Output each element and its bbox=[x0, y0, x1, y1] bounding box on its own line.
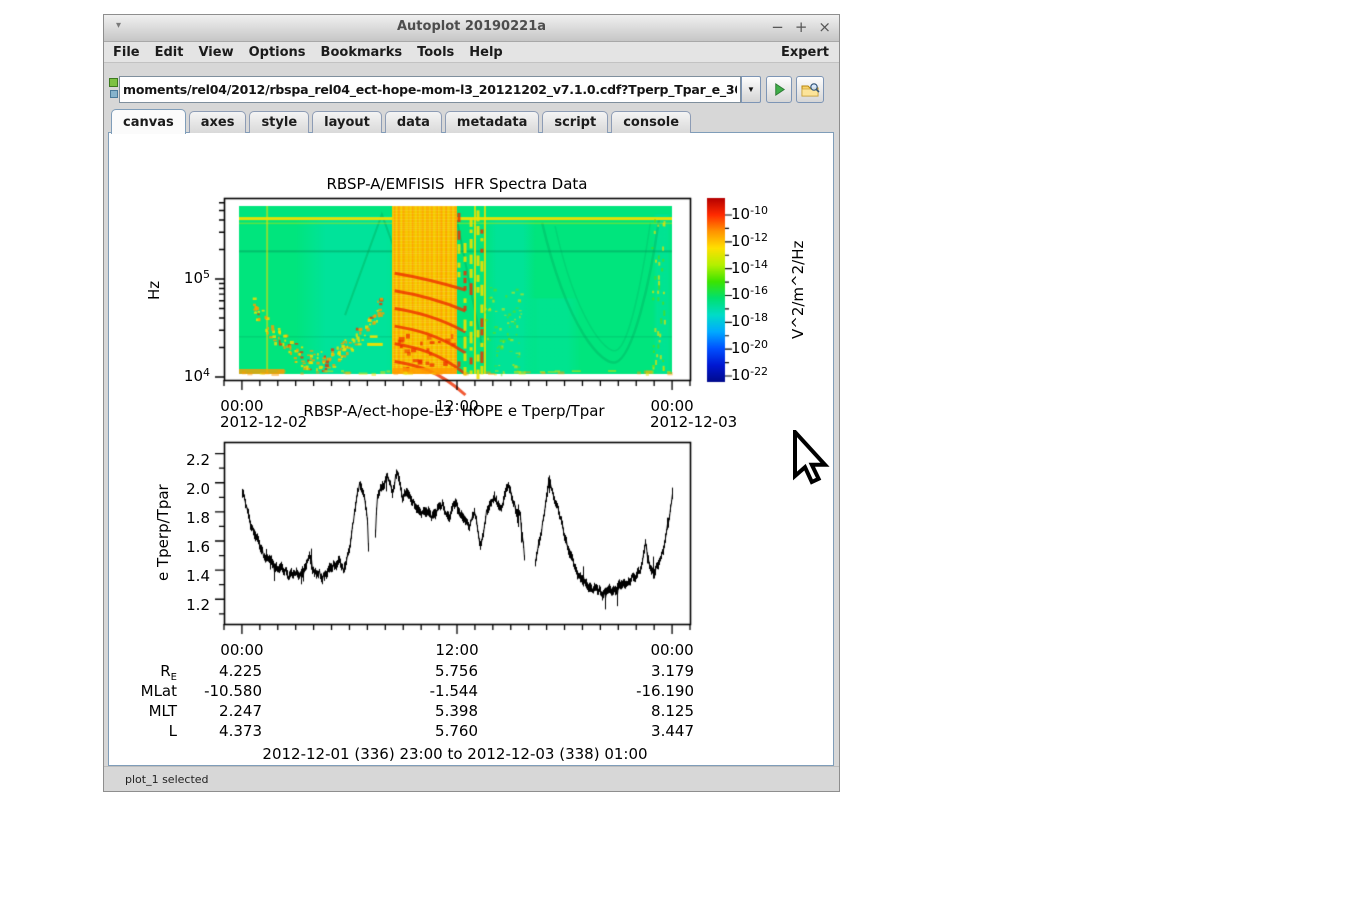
colorbar-tick-label: 10-22 bbox=[731, 364, 769, 384]
blue-square-icon bbox=[110, 90, 118, 98]
tab-canvas[interactable]: canvas bbox=[111, 109, 186, 134]
lineplot-ytick-label: 2.0 bbox=[186, 479, 210, 498]
tab-data[interactable]: data bbox=[384, 111, 442, 133]
maximize-button[interactable]: + bbox=[795, 18, 808, 37]
colorbar-tick-label: 10-14 bbox=[731, 257, 769, 277]
spectrogram-ylabel: Hz bbox=[145, 280, 163, 300]
expert-label[interactable]: Expert bbox=[781, 45, 839, 60]
tab-script[interactable]: script bbox=[542, 111, 609, 133]
colorbar-tick-label: 10-16 bbox=[731, 284, 769, 304]
ephemeris-value: 5.760 bbox=[435, 722, 478, 740]
spectrogram-ytick-label: 105 bbox=[183, 268, 210, 287]
lineplot-plot[interactable] bbox=[202, 435, 702, 637]
tab-console[interactable]: console bbox=[611, 111, 692, 133]
window-title: Autoplot 20190221a bbox=[396, 19, 547, 34]
ephemeris-value: -1.544 bbox=[429, 682, 478, 700]
lineplot-ytick-label: 2.2 bbox=[186, 450, 210, 469]
menu-help[interactable]: Help bbox=[469, 45, 502, 60]
menu-bookmarks[interactable]: Bookmarks bbox=[321, 45, 403, 60]
spectrogram-title: RBSP-A/EMFISIS HFR Spectra Data bbox=[326, 175, 588, 193]
tab-metadata[interactable]: metadata bbox=[444, 111, 540, 133]
spectrogram-xdate-label: 2012-12-02 bbox=[220, 413, 308, 431]
lineplot-xtick-label: 00:00 bbox=[220, 641, 264, 659]
menu-view[interactable]: View bbox=[198, 45, 233, 60]
ephemeris-value: 4.225 bbox=[219, 662, 262, 680]
status-text: plot_1 selected bbox=[125, 773, 209, 786]
spectrogram-ytick-label: 104 bbox=[183, 366, 210, 385]
ephemeris-value: 8.125 bbox=[651, 702, 694, 720]
status-bar: plot_1 selected bbox=[104, 766, 839, 793]
tab-bar: canvas axes style layout data metadata script c… bbox=[111, 109, 692, 134]
menu-options[interactable]: Options bbox=[249, 45, 306, 60]
ephemeris-value: 3.447 bbox=[651, 722, 694, 740]
green-square-icon bbox=[109, 78, 118, 87]
menu-bar: File Edit View Options Bookmarks Tools Help Ex… bbox=[104, 42, 839, 63]
mouse-cursor bbox=[793, 430, 830, 485]
colorbar-units-label: V^2/m^2/Hz bbox=[789, 240, 807, 340]
folder-magnifier-icon bbox=[801, 82, 820, 96]
menu-tools[interactable]: Tools bbox=[417, 45, 454, 60]
autoplot-window: ▾ Autoplot 20190221a − + × File Edit View O… bbox=[103, 14, 840, 792]
chevron-down-icon: ▼ bbox=[747, 85, 755, 94]
lineplot-ytick-label: 1.2 bbox=[186, 596, 210, 615]
lineplot-ytick-label: 1.8 bbox=[186, 508, 210, 527]
colorbar-tick-label: 10-12 bbox=[731, 230, 769, 250]
time-range-label: 2012-12-01 (336) 23:00 to 2012-12-03 (33… bbox=[262, 745, 648, 763]
tab-style[interactable]: style bbox=[249, 111, 310, 133]
colorbar-tick-label: 10-18 bbox=[731, 311, 769, 331]
lineplot-xtick-label: 12:00 bbox=[435, 641, 479, 659]
minimize-button[interactable]: − bbox=[771, 18, 784, 37]
lineplot-ytick-label: 1.4 bbox=[186, 567, 210, 586]
spectrogram-xdate-label: 2012-12-03 bbox=[650, 413, 738, 431]
colorbar-tick-label: 10-20 bbox=[731, 338, 769, 358]
ephemeris-value: 3.179 bbox=[651, 662, 694, 680]
lineplot-ytick-label: 1.6 bbox=[186, 538, 210, 556]
ephemeris-value: 2.247 bbox=[219, 702, 262, 720]
ephemeris-value: 4.373 bbox=[219, 722, 262, 740]
go-plot-button[interactable] bbox=[766, 76, 792, 103]
play-icon bbox=[774, 82, 785, 97]
menu-items: File Edit View Options Bookmarks Tools Help bbox=[104, 45, 503, 60]
close-button[interactable]: × bbox=[818, 18, 831, 37]
spectrogram-xtick-label: 12:00 bbox=[435, 397, 479, 415]
ephemeris-value: -16.190 bbox=[636, 682, 694, 700]
menu-file[interactable]: File bbox=[113, 45, 140, 60]
colorbar-tick-label: 10-10 bbox=[731, 204, 769, 223]
tab-axes[interactable]: axes bbox=[188, 111, 247, 133]
window-controls: − + × bbox=[771, 18, 831, 37]
plot-canvas-panel: RBSP-A/EMFISIS HFR Spectra Data Hz V^2/m… bbox=[108, 132, 834, 766]
open-file-button[interactable] bbox=[796, 76, 824, 103]
title-bar[interactable]: ▾ Autoplot 20190221a − + × bbox=[104, 15, 839, 42]
lineplot-xtick-label: 00:00 bbox=[650, 641, 694, 659]
menu-edit[interactable]: Edit bbox=[155, 45, 184, 60]
ephemeris-value: 5.756 bbox=[435, 662, 478, 680]
spectrogram-plot[interactable] bbox=[202, 192, 702, 402]
ephemeris-value: 5.398 bbox=[435, 702, 478, 720]
tab-layout[interactable]: layout bbox=[312, 111, 382, 133]
uri-dropdown-button[interactable]: ▼ bbox=[741, 76, 761, 103]
uri-input[interactable] bbox=[119, 76, 741, 103]
ephemeris-value: -10.580 bbox=[204, 682, 262, 700]
